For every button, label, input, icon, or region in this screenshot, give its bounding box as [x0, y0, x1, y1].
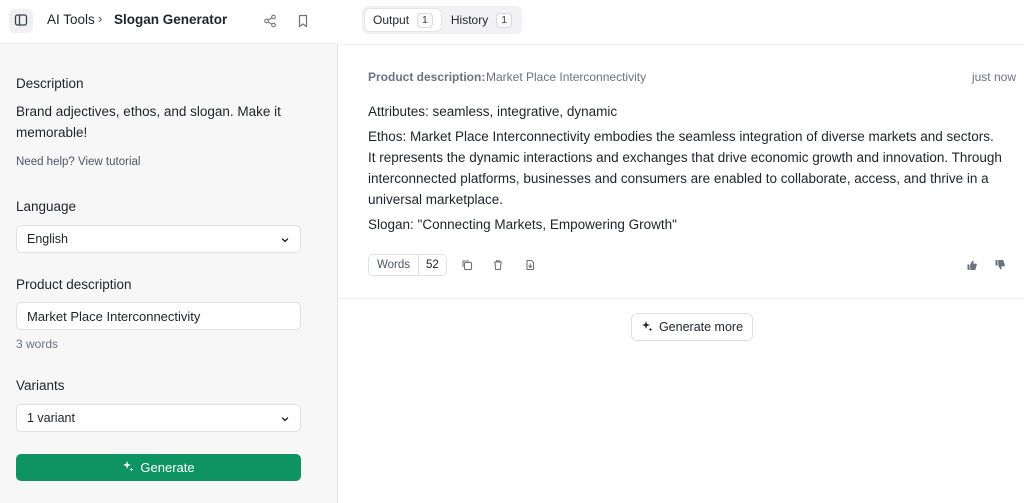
- words-label: Words: [377, 259, 411, 271]
- variants-select[interactable]: 1 variant: [16, 404, 301, 432]
- variants-heading: Variants: [16, 378, 65, 393]
- output-attributes: Attributes: seamless, integrative, dynam…: [368, 104, 618, 119]
- trash-icon[interactable]: [491, 258, 505, 272]
- language-heading: Language: [16, 199, 77, 214]
- output-tabs: Output 1 History 1: [362, 6, 522, 34]
- share-icon[interactable]: [261, 12, 279, 30]
- product-description-heading: Product description: [16, 277, 132, 292]
- variants-select-value: 1 variant: [27, 411, 75, 425]
- help-tutorial-link[interactable]: Need help? View tutorial: [16, 156, 140, 168]
- sparkle-icon: [122, 460, 134, 475]
- sidebar-toggle-button[interactable]: [9, 9, 33, 33]
- page-title: Slogan Generator: [114, 12, 228, 27]
- sparkle-icon: [641, 320, 653, 335]
- tab-history-label: History: [450, 13, 489, 27]
- output-divider: [339, 298, 1024, 299]
- left-panel: AI Tools › Slogan Generator Description …: [0, 0, 338, 503]
- description-heading: Description: [16, 76, 84, 91]
- copy-icon[interactable]: [460, 258, 474, 272]
- product-description-value: Market Place Interconnectivity: [486, 70, 647, 84]
- word-count-chip: Words 52: [368, 254, 447, 276]
- generate-button[interactable]: Generate: [16, 454, 301, 481]
- chevron-down-icon: [280, 234, 290, 244]
- language-select[interactable]: English: [16, 225, 301, 253]
- output-timestamp: just now: [971, 70, 1016, 84]
- generate-button-label: Generate: [140, 460, 195, 475]
- chevron-down-icon: [280, 413, 290, 423]
- words-count: 52: [418, 255, 446, 275]
- generate-more-button[interactable]: Generate more: [631, 313, 753, 341]
- language-select-value: English: [27, 232, 68, 246]
- export-icon[interactable]: [523, 258, 537, 272]
- tab-output[interactable]: Output 1: [365, 9, 441, 31]
- sidebar-toggle-icon: [14, 13, 28, 30]
- product-description-input[interactable]: [27, 308, 290, 324]
- generate-more-label: Generate more: [658, 320, 744, 334]
- tab-output-label: Output: [373, 13, 410, 27]
- word-count-hint: 3 words: [16, 337, 59, 351]
- breadcrumb-root-link[interactable]: AI Tools: [47, 12, 95, 27]
- left-header: AI Tools › Slogan Generator: [0, 0, 338, 44]
- output-ethos: Ethos: Market Place Interconnectivity em…: [368, 129, 1002, 207]
- thumbs-down-icon[interactable]: [993, 258, 1007, 272]
- product-description-label: Product description:: [368, 70, 486, 84]
- product-description-field[interactable]: [16, 302, 301, 330]
- tab-history[interactable]: History 1: [443, 9, 520, 31]
- output-slogan: Slogan: "Connecting Markets, Empowering …: [368, 217, 677, 232]
- breadcrumb-separator: ›: [98, 11, 103, 26]
- thumbs-up-icon[interactable]: [965, 258, 979, 272]
- bookmark-icon[interactable]: [294, 12, 312, 30]
- description-text: Brand adjectives, ethos, and slogan. Mak…: [16, 104, 281, 140]
- tab-output-count: 1: [417, 12, 433, 28]
- tab-history-count: 1: [496, 12, 513, 28]
